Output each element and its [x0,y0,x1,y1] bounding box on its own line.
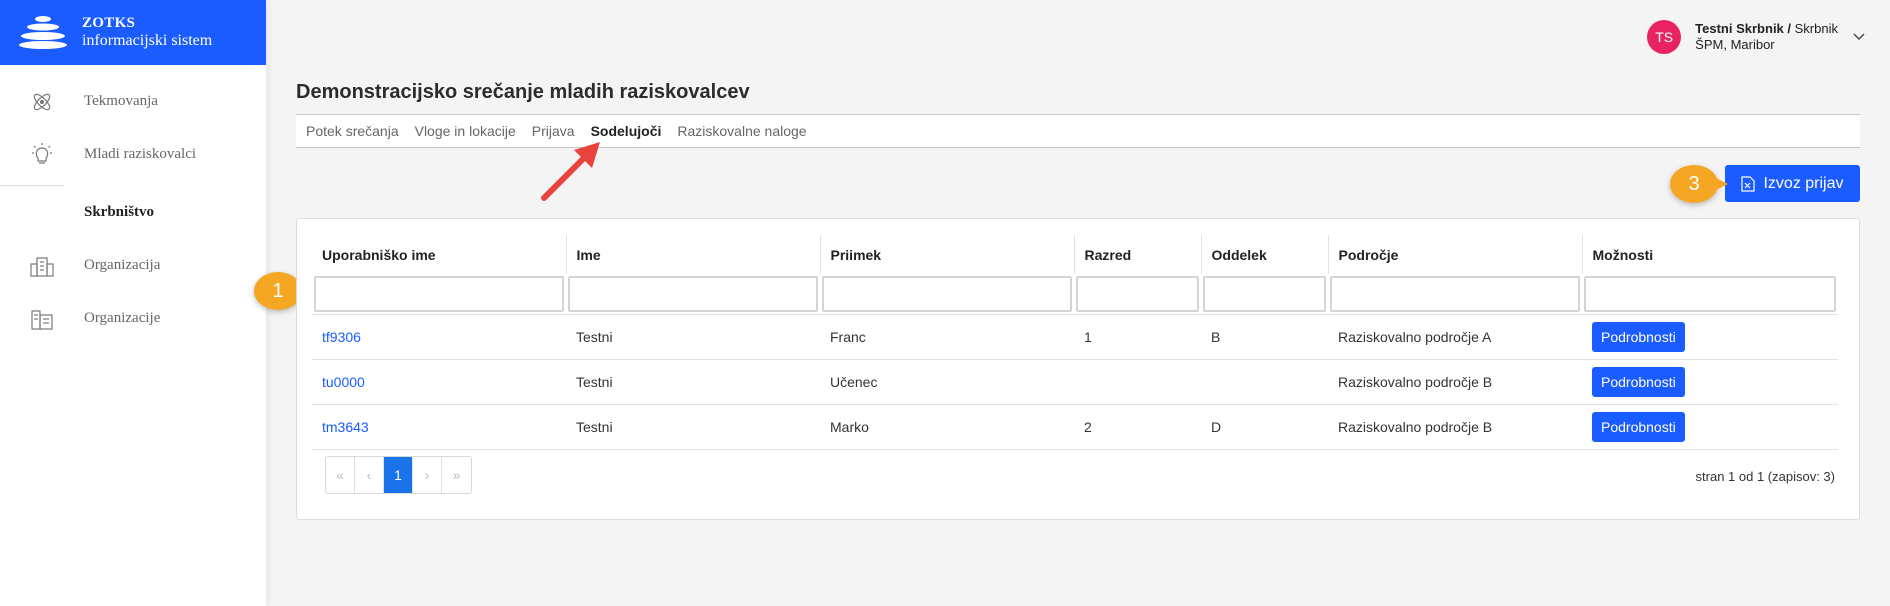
chevron-down-icon[interactable] [1852,30,1866,44]
building-icon [28,252,56,280]
details-button[interactable]: Podrobnosti [1592,366,1685,397]
cell-grade [1074,358,1201,404]
cell-surname: Učenec [820,358,1074,404]
username-link[interactable]: tf9306 [322,329,361,345]
sidebar-item-mladi-raziskovalci[interactable]: Mladi raziskovalci [0,128,266,181]
pager-prev-button[interactable]: ‹ [355,457,384,493]
pager-next-button[interactable]: › [413,457,442,493]
filter-grade-input[interactable] [1076,275,1199,312]
avatar: TS [1647,20,1682,54]
cell-class: B [1201,313,1328,359]
column-header-grade[interactable]: Razred [1073,235,1201,274]
tab-bar: Potek srečanja Vloge in lokacije Prijava… [296,114,1860,148]
column-header-class[interactable]: Oddelek [1200,235,1328,274]
participants-card: Uporabniško ime Ime Priimek Razred Oddel… [296,218,1860,520]
export-label: Izvoz prijav [1763,174,1844,192]
details-button[interactable]: Podrobnosti [1592,321,1685,352]
pagination: « ‹ 1 › » [325,456,472,494]
filter-surname-input[interactable] [822,275,1072,312]
username-link[interactable]: tm3643 [322,419,369,435]
annotation-arrow-icon [541,142,600,201]
cell-surname: Franc [820,313,1074,359]
page-info: stran 1 od 1 (zapisov: 3) [1695,469,1835,484]
table-row: tu0000 Testni Učenec Raziskovalno področ… [312,358,1838,404]
filter-class-input[interactable] [1203,275,1326,312]
filter-name-input[interactable] [568,275,818,312]
pager-last-button[interactable]: » [442,457,471,493]
username-link[interactable]: tu0000 [322,374,365,390]
cell-surname: Marko [820,403,1074,450]
sidebar-item-label: Organizacija [84,257,161,273]
user-name: Testni Skrbnik [1695,20,1784,36]
lightbulb-icon [28,141,56,169]
sidebar-item-organizacije[interactable]: Organizacije [0,292,266,345]
filter-options-input[interactable] [1584,275,1836,312]
sidebar-item-label: Organizacije [84,310,161,326]
filter-row [312,274,1838,314]
table-row: tm3643 Testni Marko 2 D Raziskovalno pod… [312,403,1838,450]
user-role: Skrbnik [1794,20,1838,36]
sidebar-item-skrbnistvo[interactable]: Skrbništvo [0,186,266,239]
sidebar: ZOTKS informacijski sistem Tekmovanja Ml… [0,0,266,606]
user-menu[interactable]: TS Testni Skrbnik / Skrbnik ŠPM, Maribor [1647,20,1866,54]
cell-class: D [1201,403,1328,450]
brand-title: ZOTKS [82,15,136,32]
cell-class [1201,358,1328,404]
column-header-options: Možnosti [1581,235,1838,274]
tab-vloge-in-lokacije[interactable]: Vloge in lokacije [415,123,516,139]
cell-field: Raziskovalno področje B [1328,403,1582,450]
user-org: ŠPM, Maribor [1695,37,1775,52]
filter-username-input[interactable] [314,275,564,312]
cell-name: Testni [566,358,820,404]
page-title: Demonstracijsko srečanje mladih raziskov… [296,81,750,103]
zotks-logo-icon [19,15,67,49]
cell-grade: 1 [1074,313,1201,359]
brand-header[interactable]: ZOTKS informacijski sistem [0,0,266,65]
table-row: tf9306 Testni Franc 1 B Raziskovalno pod… [312,313,1838,359]
tab-prijava[interactable]: Prijava [532,123,575,139]
export-applications-button[interactable]: Izvoz prijav [1725,165,1860,202]
sidebar-item-label: Mladi raziskovalci [84,146,197,162]
sidebar-nav: Tekmovanja Mladi raziskovalci Skrbništvo [0,65,266,345]
tab-raziskovalne-naloge[interactable]: Raziskovalne naloge [677,123,806,139]
tab-sodelujoci[interactable]: Sodelujoči [591,123,662,139]
sidebar-item-organizacija[interactable]: Organizacija [0,239,266,292]
details-button[interactable]: Podrobnosti [1592,411,1685,442]
tab-potek-srecanja[interactable]: Potek srečanja [306,123,399,139]
brand-subtitle: informacijski sistem [82,31,213,49]
column-header-field[interactable]: Področje [1327,235,1582,274]
filter-field-input[interactable] [1330,275,1580,312]
column-header-username[interactable]: Uporabniško ime [312,235,566,274]
annotation-badge-1: 1 [254,272,312,310]
column-header-surname[interactable]: Priimek [819,235,1074,274]
pager-page-button[interactable]: 1 [384,457,413,493]
cell-field: Raziskovalno področje B [1328,358,1582,404]
cell-name: Testni [566,313,820,359]
cell-name: Testni [566,403,820,450]
excel-file-icon [1741,175,1756,192]
atom-icon [28,88,56,116]
column-header-name[interactable]: Ime [565,235,820,274]
sidebar-item-label: Tekmovanja [84,93,158,109]
cell-field: Raziskovalno področje A [1328,313,1582,359]
sidebar-item-label: Skrbništvo [84,204,155,220]
pager-first-button[interactable]: « [326,457,355,493]
sidebar-item-tekmovanja[interactable]: Tekmovanja [0,75,266,128]
participants-table: Uporabniško ime Ime Priimek Razred Oddel… [312,235,1838,450]
annotation-badge-3: 3 [1670,165,1728,203]
buildings-icon [28,305,56,333]
cell-grade: 2 [1074,403,1201,450]
